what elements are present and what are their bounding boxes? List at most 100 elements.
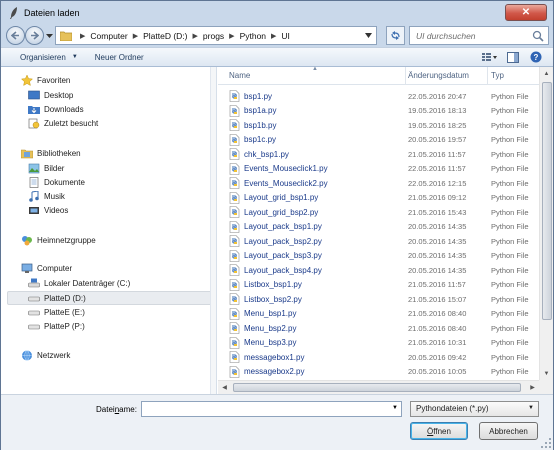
nav-item-drive-p[interactable]: PlatteP (P:) — [28, 320, 85, 333]
file-name[interactable]: Listbox_bsp1.py — [244, 280, 302, 289]
breadcrumb-item-drive-d[interactable]: PlatteD (D:) — [143, 31, 187, 41]
file-name[interactable]: Layout_pack_bsp4.py — [244, 266, 322, 275]
nav-item-documents[interactable]: Dokumente — [28, 176, 85, 189]
breadcrumb-item-progs[interactable]: progs — [203, 31, 224, 41]
nav-item-pictures[interactable]: Bilder — [28, 162, 64, 175]
file-row[interactable]: Layout_grid_bsp1.py 21.05.2016 09:12 Pytho… — [218, 191, 538, 206]
organize-button[interactable]: Organisieren ▼ — [15, 53, 83, 62]
navigation-pane[interactable]: Favoriten Desktop Downloads Zuletzt besu… — [1, 67, 217, 394]
file-name[interactable]: Events_Mouseclick2.py — [244, 179, 328, 188]
file-name[interactable]: messagebox1.py — [244, 353, 304, 362]
filename-field[interactable]: ▼ — [141, 401, 402, 417]
file-name[interactable]: Menu_bsp2.py — [244, 324, 296, 333]
file-name[interactable]: Layout_pack_bsp1.py — [244, 222, 322, 231]
chevron-right-icon[interactable]: ▶ — [193, 32, 198, 40]
nav-item-computer[interactable]: Computer — [21, 262, 72, 275]
file-name[interactable]: Layout_grid_bsp1.py — [244, 193, 318, 202]
open-button[interactable]: Öffnen — [410, 422, 468, 440]
nav-item-downloads[interactable]: Downloads — [28, 103, 84, 116]
file-row[interactable]: Listbox_bsp2.py 21.05.2016 15:07 Python Fi… — [218, 292, 538, 307]
file-row[interactable]: chk_bsp1.py 21.05.2016 11:57 Python File — [218, 147, 538, 162]
forward-button[interactable] — [25, 26, 44, 45]
file-row[interactable]: messagebox2.py 20.05.2016 10:05 Python Fil… — [218, 365, 538, 380]
scroll-down-icon[interactable]: ▼ — [540, 367, 553, 380]
file-name[interactable]: bsp1.py — [244, 92, 272, 101]
file-row[interactable]: Layout_pack_bsp1.py 20.05.2016 14:35 Pytho… — [218, 220, 538, 235]
resize-grip-icon[interactable] — [541, 438, 551, 448]
file-row[interactable]: Layout_pack_bsp3.py 20.05.2016 14:35 Pytho… — [218, 249, 538, 264]
preview-pane-button[interactable] — [504, 50, 522, 64]
file-row[interactable]: Layout_grid_bsp2.py 21.05.2016 15:43 Pytho… — [218, 205, 538, 220]
file-row[interactable]: bsp1a.py 19.05.2016 18:13 Python File — [218, 104, 538, 119]
chevron-right-icon[interactable]: ▶ — [229, 32, 234, 40]
file-name[interactable]: Layout_pack_bsp2.py — [244, 237, 322, 246]
file-name[interactable]: Menu_bsp1.py — [244, 309, 296, 318]
scroll-up-icon[interactable]: ▲ — [540, 67, 553, 80]
nav-item-favorites[interactable]: Favoriten — [21, 74, 70, 87]
nav-item-libraries[interactable]: Bibliotheken — [21, 147, 81, 160]
column-header-name[interactable]: Name — [229, 71, 250, 80]
refresh-button[interactable] — [386, 26, 405, 45]
nav-item-network[interactable]: Netzwerk — [21, 349, 70, 362]
breadcrumb-item-computer[interactable]: Computer — [90, 31, 127, 41]
nav-item-homegroup[interactable]: Heimnetzgruppe — [21, 234, 96, 247]
breadcrumb-item-ui[interactable]: UI — [281, 31, 290, 41]
file-row[interactable]: bsp1.py 22.05.2016 20:47 Python File — [218, 89, 538, 104]
scroll-right-icon[interactable]: ▶ — [526, 381, 539, 394]
column-divider[interactable] — [405, 67, 406, 85]
file-name[interactable]: Layout_pack_bsp3.py — [244, 251, 322, 260]
file-row[interactable]: messagebox1.py 20.05.2016 09:42 Python Fil… — [218, 350, 538, 365]
nav-item-recent[interactable]: Zuletzt besucht — [28, 117, 98, 130]
nav-item-drive-c[interactable]: Lokaler Datenträger (C:) — [28, 277, 130, 290]
vertical-scrollbar[interactable]: ▲ ▼ — [539, 67, 553, 380]
file-name[interactable]: bsp1a.py — [244, 106, 276, 115]
chevron-down-icon[interactable] — [365, 33, 372, 38]
cancel-button[interactable]: Abbrechen — [479, 422, 538, 440]
breadcrumb-item-python[interactable]: Python — [240, 31, 266, 41]
file-name[interactable]: Events_Mouseclick1.py — [244, 164, 328, 173]
new-folder-button[interactable]: Neuer Ordner — [90, 53, 149, 62]
file-name[interactable]: Layout_grid_bsp2.py — [244, 208, 318, 217]
search-input[interactable]: UI durchsuchen — [409, 26, 549, 45]
scroll-left-icon[interactable]: ◀ — [218, 381, 231, 394]
file-name[interactable]: bsp1b.py — [244, 121, 276, 130]
chevron-down-icon[interactable]: ▼ — [392, 405, 398, 411]
file-list[interactable]: ▲ Name Änderungsdatum Typ bsp1.py 22.05.2… — [218, 66, 553, 394]
file-name[interactable]: chk_bsp1.py — [244, 150, 289, 159]
file-row[interactable]: Menu_bsp1.py 21.05.2016 08:40 Python File — [218, 307, 538, 322]
chevron-right-icon[interactable]: ▶ — [271, 32, 276, 40]
recent-locations-dropdown-icon[interactable] — [46, 32, 53, 39]
file-name[interactable]: Listbox_bsp2.py — [244, 295, 302, 304]
nav-item-desktop[interactable]: Desktop — [28, 89, 73, 102]
nav-item-drive-e[interactable]: PlatteE (E:) — [28, 306, 85, 319]
title-bar[interactable]: Dateien laden ✕ — [1, 1, 553, 25]
nav-item-videos[interactable]: Videos — [28, 204, 68, 217]
chevron-right-icon[interactable]: ▶ — [80, 32, 85, 40]
nav-item-drive-d[interactable]: PlatteD (D:) — [28, 292, 86, 305]
breadcrumb[interactable]: ▶ Computer ▶ PlatteD (D:) ▶ progs ▶ Pyth… — [55, 26, 377, 45]
filetype-select[interactable]: Pythondateien (*.py) ▼ — [410, 401, 539, 417]
column-header-date[interactable]: Änderungsdatum — [408, 71, 469, 80]
help-button[interactable]: ? — [527, 50, 545, 64]
view-options-button[interactable] — [481, 50, 499, 64]
chevron-right-icon[interactable]: ▶ — [133, 32, 138, 40]
file-row[interactable]: Layout_pack_bsp4.py 20.05.2016 14:35 Pytho… — [218, 263, 538, 278]
file-row[interactable]: Menu_bsp3.py 21.05.2016 10:31 Python File — [218, 336, 538, 351]
file-row[interactable]: Menu_bsp2.py 21.05.2016 08:40 Python File — [218, 321, 538, 336]
pane-splitter[interactable] — [210, 67, 216, 394]
file-row[interactable]: bsp1b.py 19.05.2016 18:25 Python File — [218, 118, 538, 133]
file-name[interactable]: bsp1c.py — [244, 135, 276, 144]
search-icon[interactable] — [532, 30, 544, 42]
close-button[interactable]: ✕ — [505, 4, 547, 21]
column-header-type[interactable]: Typ — [491, 71, 504, 80]
file-name[interactable]: messagebox2.py — [244, 367, 304, 376]
file-row[interactable]: bsp1c.py 20.05.2016 19:57 Python File — [218, 133, 538, 148]
nav-item-music[interactable]: Musik — [28, 190, 65, 203]
scroll-thumb[interactable] — [233, 383, 521, 392]
file-row[interactable]: Events_Mouseclick1.py 22.05.2016 11:57 Pyt… — [218, 162, 538, 177]
file-row[interactable]: Listbox_bsp1.py 21.05.2016 11:57 Python Fi… — [218, 278, 538, 293]
back-button[interactable] — [6, 26, 25, 45]
scroll-thumb[interactable] — [542, 82, 552, 320]
column-divider[interactable] — [487, 67, 488, 85]
horizontal-scrollbar[interactable]: ◀ ▶ — [218, 380, 539, 394]
